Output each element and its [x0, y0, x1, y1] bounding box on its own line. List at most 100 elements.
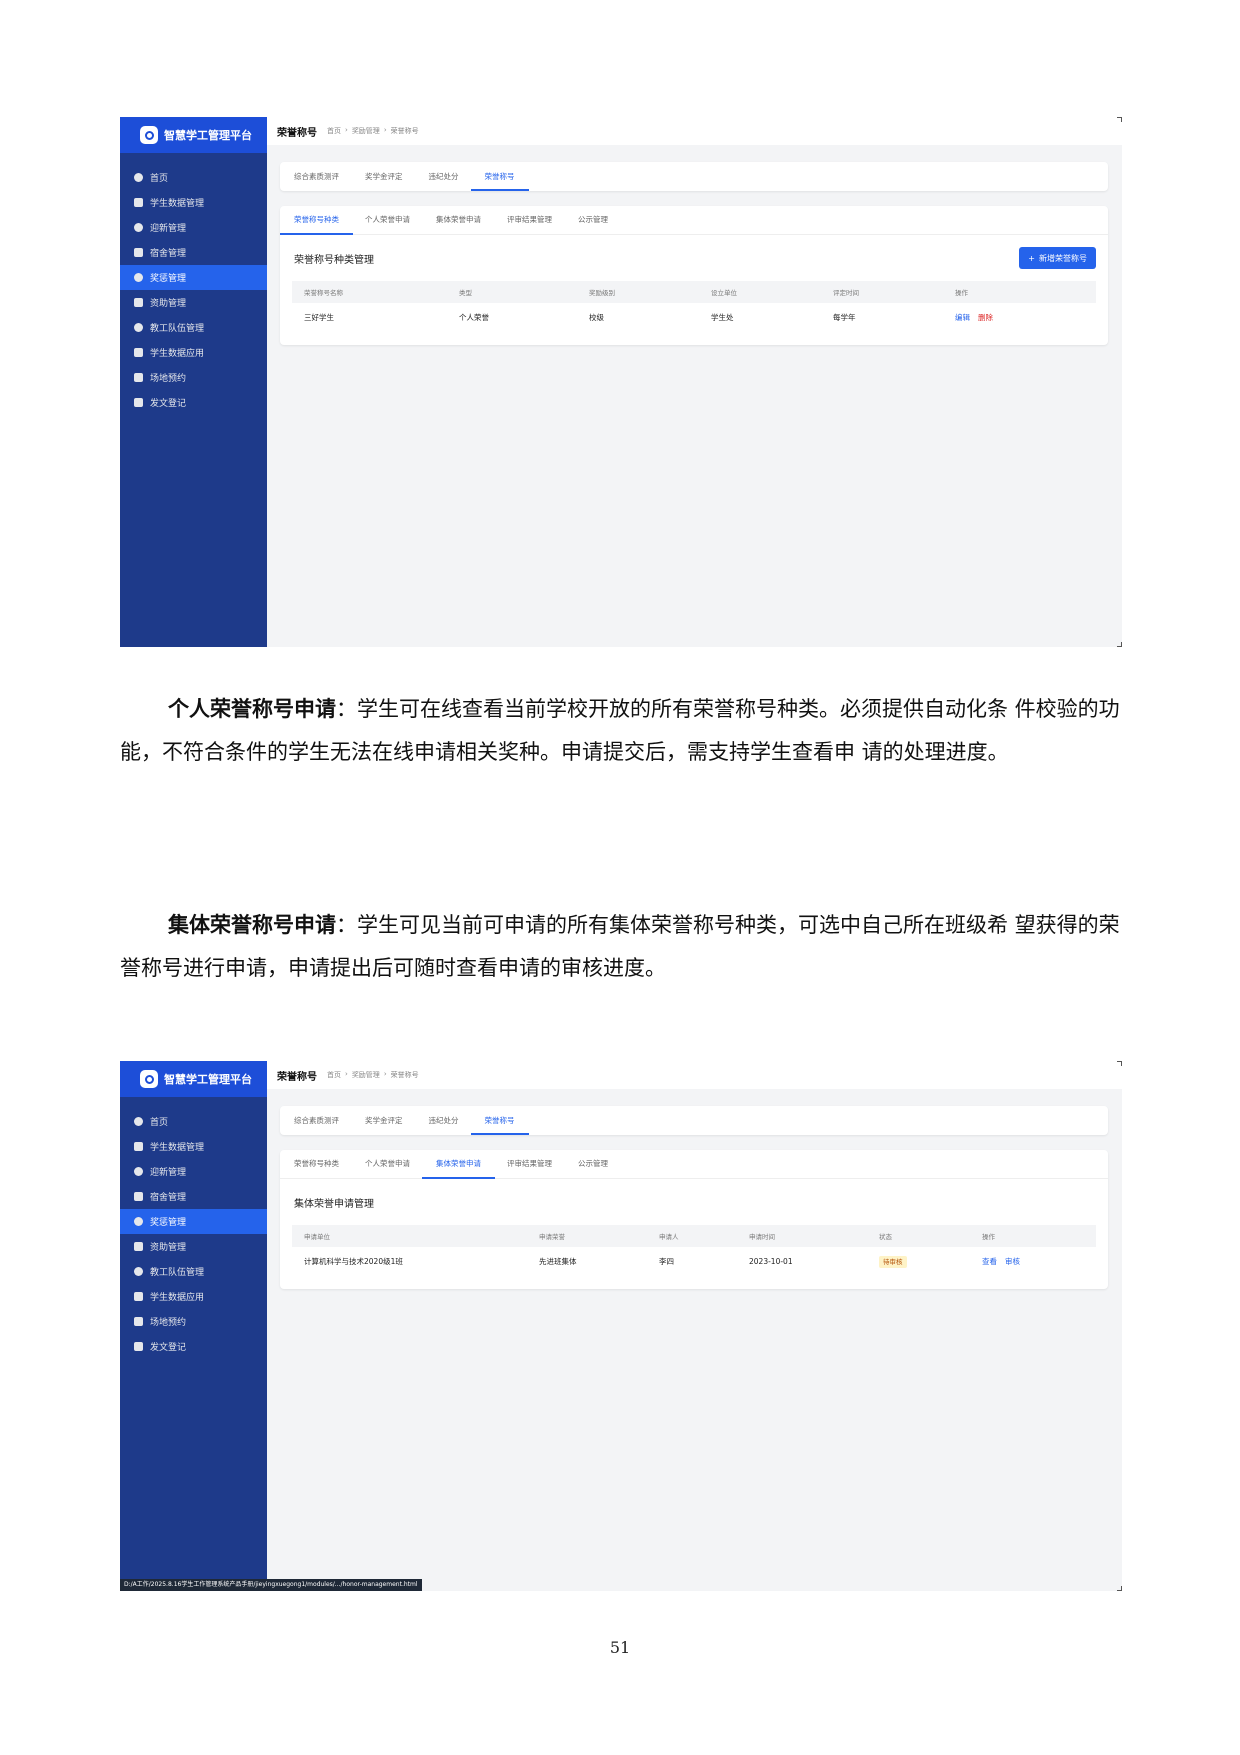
column-header: 荣誉称号名称: [304, 289, 343, 297]
sidebar-item-staff[interactable]: 教工队伍管理: [120, 315, 267, 340]
crop-mark: [1117, 642, 1122, 647]
sidebar-item-student-data[interactable]: 学生数据管理: [120, 1134, 267, 1159]
tab-comprehensive[interactable]: 综合素质测评: [294, 162, 339, 191]
user-add-icon: [134, 223, 143, 232]
hand-coin-icon: [134, 1242, 143, 1251]
building-icon: [134, 248, 143, 257]
subtab-honor-types[interactable]: 荣誉称号种类: [280, 206, 353, 235]
user-add-icon: [134, 1167, 143, 1176]
sidebar-item-label: 发文登记: [150, 399, 187, 409]
column-header: 操作: [982, 1233, 995, 1241]
sidebar-item-label: 学生数据应用: [150, 1293, 205, 1303]
award-icon: [134, 1217, 143, 1226]
sidebar-item-rewards[interactable]: 奖惩管理: [120, 1209, 267, 1234]
sidebar-item-welcome[interactable]: 迎新管理: [120, 1159, 267, 1184]
sidebar-item-aid[interactable]: 资助管理: [120, 290, 267, 315]
screenshot-collective-applications: 智慧学工管理平台 首页 学生数据管理 迎新管理 宿舍管理 奖惩管理 资助管理 教…: [120, 1061, 1122, 1591]
topbar: 荣誉称号 首页 › 奖励管理 › 荣誉称号: [267, 1061, 1122, 1089]
collective-applications-panel: 荣誉称号种类 个人荣誉申请 集体荣誉申请 评审结果管理 公示管理 集体荣誉申请管…: [280, 1150, 1108, 1289]
sidebar-item-home[interactable]: 首页: [120, 1109, 267, 1134]
sidebar-item-venue[interactable]: 场地预约: [120, 1309, 267, 1334]
cell-actions: 编辑 删除: [955, 312, 993, 323]
sidebar-item-student-data[interactable]: 学生数据管理: [120, 190, 267, 215]
chart-line-icon: [134, 1292, 143, 1301]
sidebar-item-home[interactable]: 首页: [120, 165, 267, 190]
chevron-right-icon: ›: [345, 126, 348, 134]
breadcrumb-current: 荣誉称号: [390, 127, 419, 135]
sidebar-item-dorm[interactable]: 宿舍管理: [120, 240, 267, 265]
sidebar-item-venue[interactable]: 场地预约: [120, 365, 267, 390]
sidebar-item-rewards[interactable]: 奖惩管理: [120, 265, 267, 290]
subtab-personal[interactable]: 个人荣誉申请: [365, 1150, 410, 1178]
sidebar-item-aid[interactable]: 资助管理: [120, 1234, 267, 1259]
sidebar: 智慧学工管理平台 首页 学生数据管理 迎新管理 宿舍管理 奖惩管理 资助管理 教…: [120, 1061, 267, 1591]
subtab-publicity[interactable]: 公示管理: [578, 206, 608, 234]
view-link[interactable]: 查看: [982, 1257, 997, 1266]
module-tabs: 综合素质测评 奖学金评定 违纪处分 荣誉称号: [280, 1106, 1108, 1135]
sidebar-item-staff[interactable]: 教工队伍管理: [120, 1259, 267, 1284]
subtab-collective[interactable]: 集体荣誉申请: [436, 206, 481, 234]
subtab-personal[interactable]: 个人荣誉申请: [365, 206, 410, 234]
breadcrumb-rewards[interactable]: 奖励管理: [352, 126, 380, 136]
dashboard-icon: [134, 1117, 143, 1126]
logo-icon: [140, 1070, 158, 1088]
tab-scholarship[interactable]: 奖学金评定: [365, 1106, 403, 1135]
sidebar-item-label: 学生数据应用: [150, 349, 205, 359]
browser-status-url: D:/A工作/2025.8.16学生工作管理系统产品手册/jieyingxueg…: [120, 1579, 422, 1591]
collective-applications-table: 申请单位 申请荣誉 申请人 申请时间 状态 操作 计算机科学与技术2020级1班…: [292, 1225, 1096, 1275]
tab-honor[interactable]: 荣誉称号: [470, 162, 529, 191]
sidebar-item-label: 资助管理: [150, 1243, 187, 1253]
add-honor-button[interactable]: + 新增荣誉称号: [1019, 247, 1096, 269]
subtab-publicity[interactable]: 公示管理: [578, 1150, 608, 1178]
calendar-icon: [134, 1317, 143, 1326]
sidebar-menu: 首页 学生数据管理 迎新管理 宿舍管理 奖惩管理 资助管理 教工队伍管理 学生数…: [120, 165, 267, 415]
sidebar-item-data-apps[interactable]: 学生数据应用: [120, 340, 267, 365]
sidebar-item-label: 迎新管理: [150, 224, 187, 234]
sidebar-item-label: 场地预约: [150, 1318, 187, 1328]
sidebar-item-docs[interactable]: 发文登记: [120, 1334, 267, 1359]
page-title: 荣誉称号: [277, 127, 317, 139]
breadcrumb-current: 荣誉称号: [390, 1071, 419, 1079]
breadcrumb: 首页 › 奖励管理 › 荣誉称号: [327, 1070, 419, 1080]
column-header: 申请人: [659, 1233, 679, 1241]
column-header: 状态: [879, 1233, 892, 1241]
column-header: 申请荣誉: [539, 1233, 565, 1241]
sidebar-item-welcome[interactable]: 迎新管理: [120, 215, 267, 240]
sidebar: 智慧学工管理平台 首页 学生数据管理 迎新管理 宿舍管理 奖惩管理 资助管理 教…: [120, 117, 267, 647]
cell-actions: 查看 审核: [982, 1256, 1028, 1267]
sidebar-item-label: 首页: [150, 174, 169, 184]
tab-honor[interactable]: 荣誉称号: [470, 1106, 529, 1135]
tab-scholarship[interactable]: 奖学金评定: [365, 162, 403, 191]
subtab-review[interactable]: 评审结果管理: [507, 1150, 552, 1178]
topbar: 荣誉称号 首页 › 奖励管理 › 荣誉称号: [267, 117, 1122, 145]
column-header: 申请时间: [749, 1233, 775, 1241]
breadcrumb-home[interactable]: 首页: [327, 1070, 341, 1080]
brand[interactable]: 智慧学工管理平台: [120, 1061, 267, 1097]
subtab-honor-types[interactable]: 荣誉称号种类: [294, 1150, 339, 1178]
column-header: 类型: [459, 289, 472, 297]
review-link[interactable]: 审核: [1005, 1257, 1020, 1266]
chevron-right-icon: ›: [383, 126, 387, 134]
table-header: 申请单位 申请荣誉 申请人 申请时间 状态 操作: [292, 1225, 1096, 1247]
sidebar-item-label: 教工队伍管理: [150, 1268, 205, 1278]
subtab-review[interactable]: 评审结果管理: [507, 206, 552, 234]
tab-comprehensive[interactable]: 综合素质测评: [294, 1106, 339, 1135]
edit-link[interactable]: 编辑: [955, 313, 970, 322]
crop-mark: [1117, 117, 1122, 122]
brand[interactable]: 智慧学工管理平台: [120, 117, 267, 153]
sidebar-item-docs[interactable]: 发文登记: [120, 390, 267, 415]
column-header: 操作: [955, 289, 968, 297]
hand-coin-icon: [134, 298, 143, 307]
subtab-collective[interactable]: 集体荣誉申请: [422, 1150, 495, 1179]
sidebar-item-dorm[interactable]: 宿舍管理: [120, 1184, 267, 1209]
breadcrumb-rewards[interactable]: 奖励管理: [352, 1070, 380, 1080]
breadcrumb-home[interactable]: 首页: [327, 126, 341, 136]
crop-mark: [1117, 1061, 1122, 1066]
file-icon: [134, 398, 143, 407]
table-row: 计算机科学与技术2020级1班 先进班集体 李四 2023-10-01 待审核 …: [292, 1247, 1096, 1275]
sidebar-item-data-apps[interactable]: 学生数据应用: [120, 1284, 267, 1309]
tab-discipline[interactable]: 违纪处分: [429, 1106, 459, 1135]
tab-discipline[interactable]: 违纪处分: [429, 162, 459, 191]
sub-tabs: 荣誉称号种类 个人荣誉申请 集体荣誉申请 评审结果管理 公示管理: [280, 206, 1108, 235]
delete-link[interactable]: 删除: [978, 313, 993, 322]
